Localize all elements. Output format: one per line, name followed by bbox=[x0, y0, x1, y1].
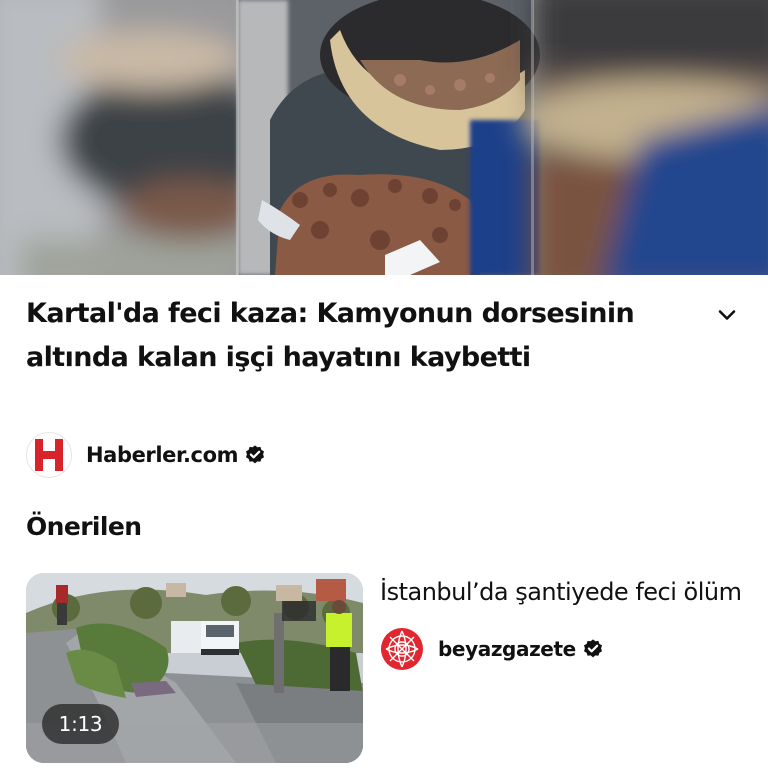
video-duration-badge: 1:13 bbox=[42, 704, 119, 744]
verified-badge-icon bbox=[244, 444, 266, 466]
source-name: Haberler.com bbox=[86, 443, 239, 467]
verified-badge-icon bbox=[582, 638, 604, 660]
recommended-title[interactable]: İstanbul’da şantiyede feci ölüm bbox=[380, 573, 742, 610]
recommended-card[interactable]: 1:13 İstanbul’da şantiyede feci ölüm bey… bbox=[26, 573, 742, 763]
recommended-video-thumbnail[interactable]: 1:13 bbox=[26, 573, 363, 763]
hero-image bbox=[0, 0, 768, 275]
source-logo bbox=[26, 432, 72, 478]
article-title: Kartal'da feci kaza: Kamyonun dorsesinin… bbox=[26, 298, 635, 373]
recommended-source-name: beyazgazete bbox=[438, 637, 576, 661]
article-header: Kartal'da feci kaza: Kamyonun dorsesinin… bbox=[26, 292, 742, 380]
hero-video-thumbnail[interactable] bbox=[0, 0, 768, 275]
recommended-heading: Önerilen bbox=[26, 512, 142, 541]
recommended-info: İstanbul’da şantiyede feci ölüm beyazgaz… bbox=[380, 573, 742, 671]
recommended-source-row[interactable]: beyazgazete bbox=[380, 627, 742, 671]
beyazgazete-logo-icon bbox=[380, 627, 424, 671]
chevron-down-icon bbox=[718, 310, 736, 320]
haberler-logo-icon bbox=[35, 439, 63, 471]
source-row[interactable]: Haberler.com bbox=[26, 432, 266, 478]
expand-button[interactable] bbox=[712, 300, 742, 330]
